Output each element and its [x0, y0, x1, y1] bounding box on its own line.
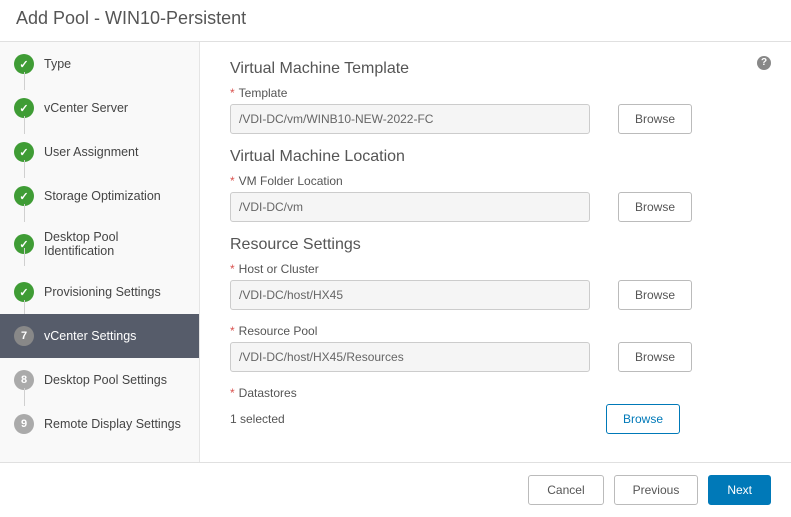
step-desktop-pool-identification[interactable]: Desktop Pool Identification	[0, 218, 199, 270]
previous-button[interactable]: Previous	[614, 475, 699, 505]
dialog-body: Type vCenter Server User Assignment Stor…	[0, 42, 791, 462]
section-vm-template-title: Virtual Machine Template	[230, 60, 761, 78]
cancel-button[interactable]: Cancel	[528, 475, 603, 505]
field-vm-folder: *VM Folder Location Browse	[230, 174, 761, 222]
resource-pool-input[interactable]	[230, 342, 590, 372]
step-label: Storage Optimization	[44, 189, 161, 203]
check-icon	[14, 98, 34, 118]
field-label: *Template	[230, 86, 761, 100]
step-label: Desktop Pool Identification	[44, 230, 185, 258]
step-label: Type	[44, 57, 71, 71]
step-type[interactable]: Type	[0, 42, 199, 86]
datastores-selected-text: 1 selected	[230, 412, 285, 426]
check-icon	[14, 186, 34, 206]
check-icon	[14, 142, 34, 162]
step-storage-optimization[interactable]: Storage Optimization	[0, 174, 199, 218]
step-remote-display-settings[interactable]: 9 Remote Display Settings	[0, 402, 199, 446]
step-label: vCenter Server	[44, 101, 128, 115]
dialog-footer: Cancel Previous Next	[0, 462, 791, 517]
check-icon	[14, 282, 34, 302]
required-icon: *	[230, 86, 235, 100]
field-label: *Resource Pool	[230, 324, 761, 338]
step-label: Desktop Pool Settings	[44, 373, 167, 387]
browse-template-button[interactable]: Browse	[618, 104, 692, 134]
field-host-cluster: *Host or Cluster Browse	[230, 262, 761, 310]
step-label: User Assignment	[44, 145, 138, 159]
browse-folder-button[interactable]: Browse	[618, 192, 692, 222]
step-number-icon: 7	[14, 326, 34, 346]
step-number-icon: 8	[14, 370, 34, 390]
connector-line	[24, 248, 25, 266]
required-icon: *	[230, 386, 235, 400]
field-template: *Template Browse	[230, 86, 761, 134]
step-number-icon: 9	[14, 414, 34, 434]
field-label: *VM Folder Location	[230, 174, 761, 188]
host-cluster-input[interactable]	[230, 280, 590, 310]
step-vcenter-server[interactable]: vCenter Server	[0, 86, 199, 130]
required-icon: *	[230, 174, 235, 188]
field-datastores: *Datastores 1 selected Browse	[230, 386, 761, 434]
field-label: *Host or Cluster	[230, 262, 761, 276]
step-label: vCenter Settings	[44, 329, 136, 343]
field-label: *Datastores	[230, 386, 761, 400]
check-icon	[14, 54, 34, 74]
step-label: Remote Display Settings	[44, 417, 181, 431]
browse-pool-button[interactable]: Browse	[618, 342, 692, 372]
required-icon: *	[230, 262, 235, 276]
step-label: Provisioning Settings	[44, 285, 161, 299]
section-resource-title: Resource Settings	[230, 236, 761, 254]
next-button[interactable]: Next	[708, 475, 771, 505]
step-vcenter-settings[interactable]: 7 vCenter Settings	[0, 314, 199, 358]
vm-folder-input[interactable]	[230, 192, 590, 222]
wizard-sidebar: Type vCenter Server User Assignment Stor…	[0, 42, 200, 462]
required-icon: *	[230, 324, 235, 338]
browse-datastores-button[interactable]: Browse	[606, 404, 680, 434]
content-panel: ? Virtual Machine Template *Template Bro…	[200, 42, 791, 462]
step-provisioning-settings[interactable]: Provisioning Settings	[0, 270, 199, 314]
template-input[interactable]	[230, 104, 590, 134]
browse-host-button[interactable]: Browse	[618, 280, 692, 310]
help-icon[interactable]: ?	[757, 56, 771, 70]
step-user-assignment[interactable]: User Assignment	[0, 130, 199, 174]
section-vm-location-title: Virtual Machine Location	[230, 148, 761, 166]
field-resource-pool: *Resource Pool Browse	[230, 324, 761, 372]
step-desktop-pool-settings[interactable]: 8 Desktop Pool Settings	[0, 358, 199, 402]
dialog-title: Add Pool - WIN10-Persistent	[0, 0, 791, 42]
